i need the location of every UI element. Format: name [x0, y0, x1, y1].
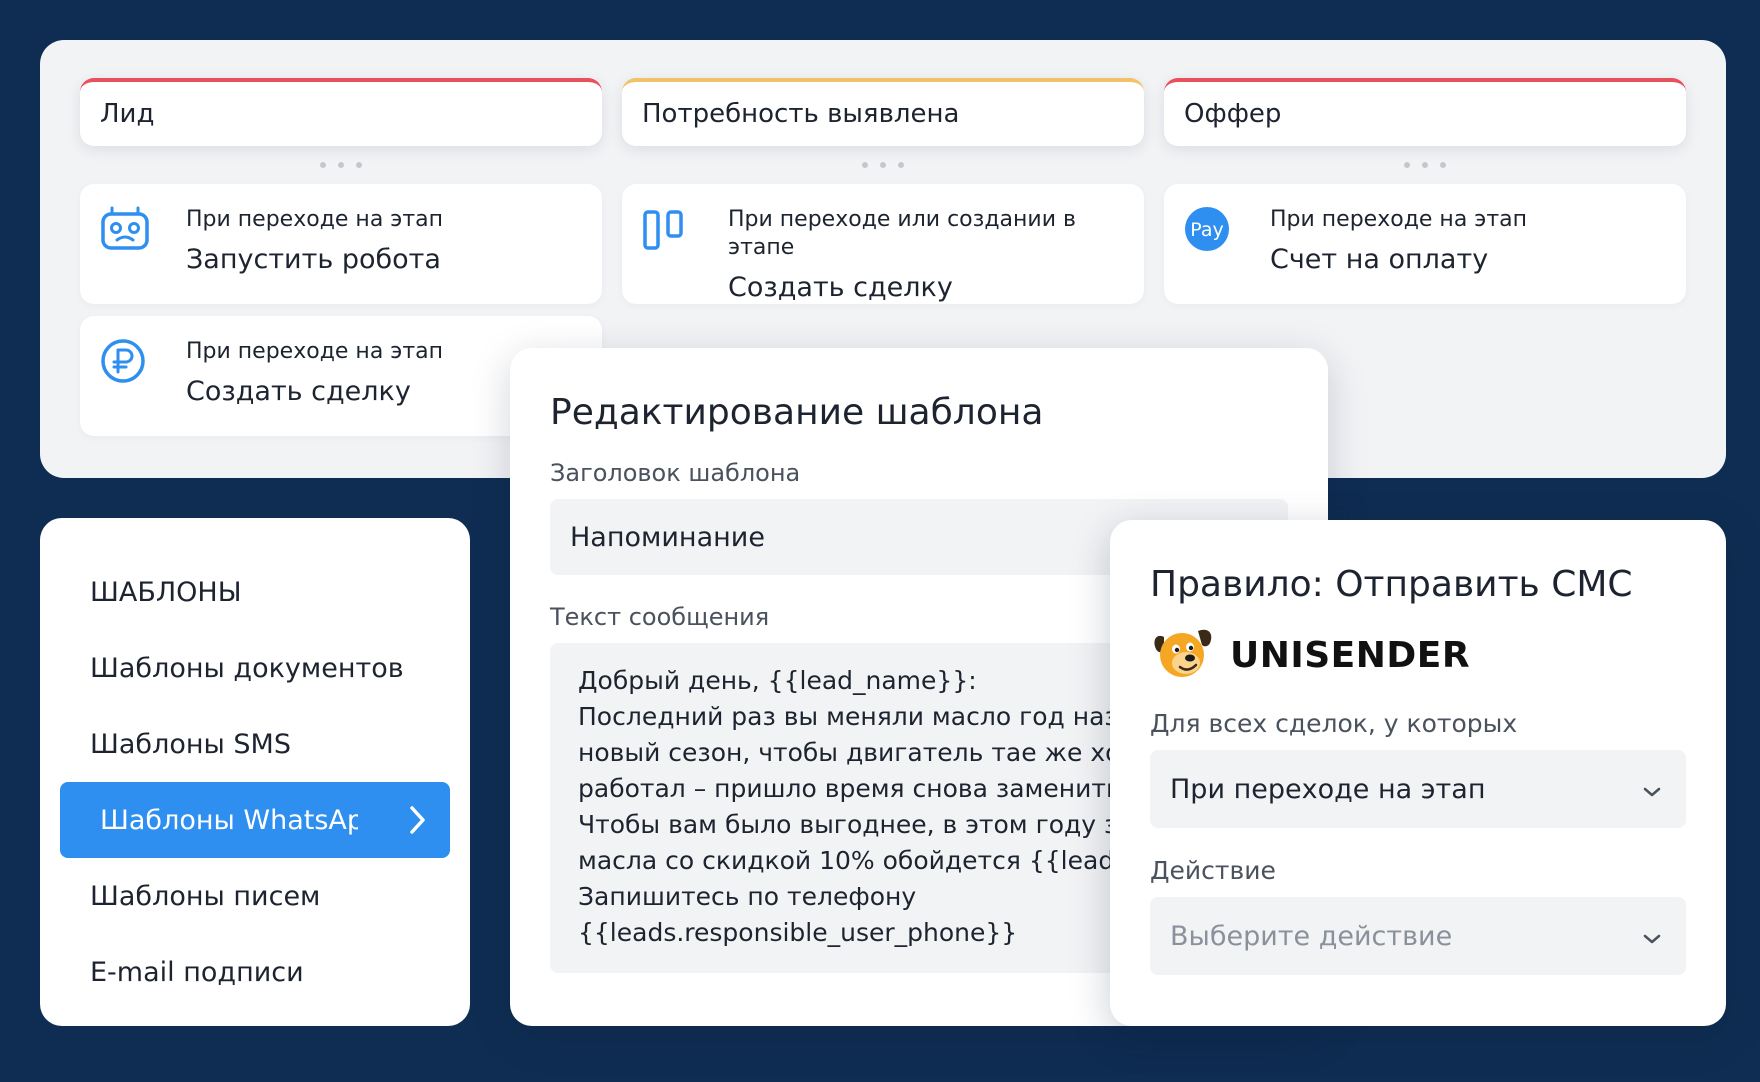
- templates-menu-heading: ШАБЛОНЫ: [90, 576, 242, 608]
- template-header-label: Заголовок шаблона: [550, 459, 801, 487]
- action-select-placeholder: Выберите действие: [1170, 920, 1453, 952]
- pipeline-columns-icon: [642, 206, 698, 254]
- robot-icon: [100, 206, 156, 254]
- rule-panel: Правило: Отправить СМС UNISENDER Для все…: [1110, 520, 1726, 1026]
- condition-select[interactable]: При переходе на этап: [1150, 750, 1686, 828]
- menu-item-document-templates[interactable]: Шаблоны документов: [40, 630, 470, 706]
- chevron-right-icon: [408, 804, 428, 843]
- trigger-card-create-deal[interactable]: При переходе или создании в этапе Создат…: [622, 184, 1144, 304]
- menu-item-whatsapp-templates[interactable]: Шаблоны WhatsApp: [60, 782, 450, 858]
- trigger-card-invoice[interactable]: Pay При переходе на этап Счет на оплату: [1164, 184, 1686, 304]
- unisender-dog-logo-icon: [1150, 623, 1216, 687]
- stage-title: Лид: [100, 99, 155, 129]
- trigger-action: Запустить робота: [186, 244, 441, 275]
- menu-item-email-signatures[interactable]: E-mail подписи: [40, 934, 470, 1010]
- stage-more-dots[interactable]: [80, 146, 602, 184]
- trigger-action: Создать сделку: [728, 272, 953, 303]
- menu-item-label: Шаблоны писем: [90, 880, 321, 912]
- menu-item-label: Шаблоны SMS: [90, 728, 291, 760]
- condition-label: Для всех сделок, у которых: [1150, 709, 1518, 738]
- trigger-condition: При переходе на этап: [186, 339, 444, 364]
- ruble-icon: [100, 338, 156, 386]
- unisender-brand: UNISENDER: [1150, 623, 1686, 687]
- action-label: Действие: [1150, 856, 1276, 885]
- stage-title: Потребность выявлена: [642, 99, 960, 129]
- stage-column-offer: Оффер Pay При переходе на этап Счет на о…: [1164, 78, 1686, 316]
- stage-more-dots[interactable]: [622, 146, 1144, 184]
- chevron-down-icon: [1642, 774, 1662, 805]
- trigger-action: Счет на оплату: [1270, 244, 1489, 275]
- rule-title: Правило: Отправить СМС: [1150, 564, 1633, 605]
- condition-select-value: При переходе на этап: [1170, 773, 1486, 805]
- action-select[interactable]: Выберите действие: [1150, 897, 1686, 975]
- stage-header-offer[interactable]: Оффер: [1164, 78, 1686, 146]
- menu-item-label: E-mail подписи: [90, 956, 304, 988]
- trigger-condition: При переходе или создании в этапе: [728, 207, 1076, 260]
- menu-item-label: Шаблоны документов: [90, 652, 404, 684]
- trigger-condition: При переходе на этап: [186, 207, 444, 232]
- menu-item-email-templates[interactable]: Шаблоны писем: [40, 858, 470, 934]
- stage-column-need: Потребность выявлена При переходе или со…: [622, 78, 1144, 316]
- stage-title: Оффер: [1184, 99, 1282, 129]
- templates-menu: ШАБЛОНЫ Шаблоны документов Шаблоны SMS Ш…: [40, 518, 470, 1026]
- svg-text:Pay: Pay: [1190, 219, 1224, 241]
- unisender-brand-name: UNISENDER: [1230, 634, 1471, 676]
- trigger-condition: При переходе на этап: [1270, 207, 1528, 232]
- pay-icon: Pay: [1184, 206, 1240, 254]
- menu-item-label: Шаблоны WhatsApp: [100, 804, 358, 836]
- stage-header-lead[interactable]: Лид: [80, 78, 602, 146]
- editor-title: Редактирование шаблона: [550, 392, 1044, 433]
- trigger-card-robot[interactable]: При переходе на этап Запустить робота: [80, 184, 602, 304]
- menu-item-sms-templates[interactable]: Шаблоны SMS: [40, 706, 470, 782]
- stage-more-dots[interactable]: [1164, 146, 1686, 184]
- template-header-value: Напоминание: [570, 521, 765, 553]
- trigger-action: Создать сделку: [186, 376, 411, 407]
- stage-header-need[interactable]: Потребность выявлена: [622, 78, 1144, 146]
- chevron-down-icon: [1642, 921, 1662, 952]
